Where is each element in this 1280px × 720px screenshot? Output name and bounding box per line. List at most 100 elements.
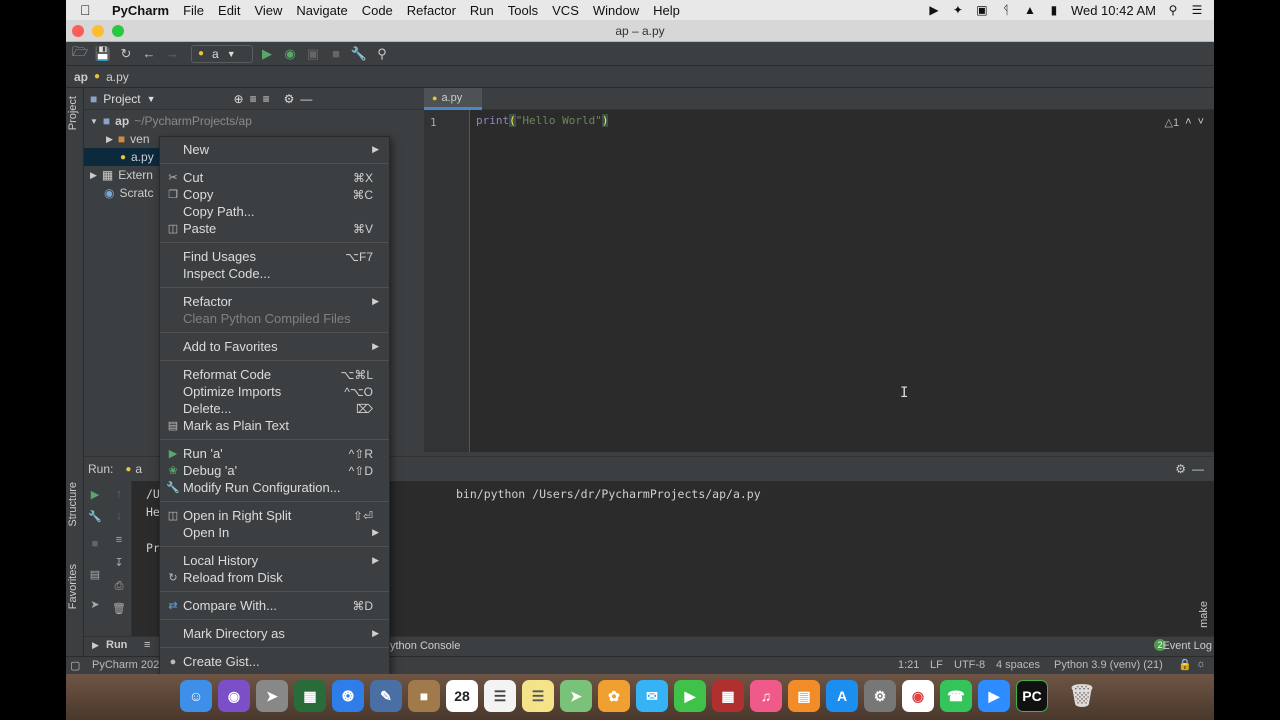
gear-icon[interactable]: ⚙	[1175, 462, 1186, 476]
print-icon[interactable]: ⎙	[112, 579, 126, 593]
menu-tools[interactable]: Tools	[508, 3, 538, 18]
project-panel-title[interactable]: Project	[103, 92, 140, 106]
inspection-widget[interactable]: △1 ˄ ˅	[1165, 116, 1204, 129]
clock[interactable]: Wed 10:42 AM	[1071, 3, 1156, 18]
code-line[interactable]: print("Hello World")	[476, 114, 609, 127]
menu-item-copy[interactable]: ❐ Copy ⌘C	[160, 186, 389, 203]
menu-view[interactable]: View	[254, 3, 282, 18]
calendar-icon[interactable]: 28	[446, 680, 478, 712]
music-icon[interactable]: ♫	[750, 680, 782, 712]
editor-tab-a-py[interactable]: ● a.py	[424, 88, 482, 110]
play-status-icon[interactable]: ▶	[927, 3, 941, 17]
stop-icon[interactable]: ■	[88, 537, 102, 551]
hide-panel-icon[interactable]: —	[300, 92, 312, 106]
tree-item-file-selected[interactable]: ● a.py	[84, 148, 164, 166]
messages-icon[interactable]: ✉	[636, 680, 668, 712]
layout-icon[interactable]: ▤	[88, 567, 102, 581]
menu-item-refactor[interactable]: Refactor ▶	[160, 293, 389, 310]
battery-icon[interactable]: ▮	[1047, 3, 1061, 17]
photo-booth-icon[interactable]: ▦	[712, 680, 744, 712]
maps-icon[interactable]: ➤	[560, 680, 592, 712]
photos-icon[interactable]: ✿	[598, 680, 630, 712]
menu-refactor[interactable]: Refactor	[407, 3, 456, 18]
structure-tool-tab[interactable]: Structure	[67, 482, 79, 527]
safari-icon[interactable]: ❂	[332, 680, 364, 712]
notes-icon[interactable]: ☰	[522, 680, 554, 712]
menu-item-debug[interactable]: ❀ Debug 'a' ^⇧D	[160, 462, 389, 479]
zoom-icon[interactable]: ▶	[978, 680, 1010, 712]
indent-setting[interactable]: 4 spaces	[996, 659, 1040, 671]
preview-icon[interactable]: ✎	[370, 680, 402, 712]
menu-item-new[interactable]: New ▶	[160, 141, 389, 158]
menu-item-reformat[interactable]: Reformat Code ⌥⌘L	[160, 366, 389, 383]
soft-wrap-icon[interactable]: ≡	[112, 533, 126, 547]
chevron-up-icon[interactable]: ˄	[1185, 116, 1191, 129]
menu-item-paste[interactable]: ◫ Paste ⌘V	[160, 220, 389, 237]
menu-item-compare-with[interactable]: ⇄ Compare With... ⌘D	[160, 597, 389, 614]
menu-edit[interactable]: Edit	[218, 3, 240, 18]
menu-item-find-usages[interactable]: Find Usages ⌥F7	[160, 248, 389, 265]
menu-item-mark-directory[interactable]: Mark Directory as ▶	[160, 625, 389, 642]
expand-all-icon[interactable]: ≡	[250, 92, 257, 106]
coverage-icon[interactable]: ▣	[304, 45, 322, 63]
locate-icon[interactable]: ⊕	[234, 92, 244, 106]
chevron-down-icon[interactable]: ▼	[147, 94, 156, 104]
menu-item-delete[interactable]: Delete... ⌦	[160, 400, 389, 417]
chrome-icon[interactable]: ◉	[902, 680, 934, 712]
notification-center-icon[interactable]: ☰	[1190, 3, 1204, 17]
run-config-tab[interactable]: a	[135, 462, 142, 476]
notes-folder-icon[interactable]: ■	[408, 680, 440, 712]
file-encoding[interactable]: UTF-8	[954, 659, 985, 671]
trash-icon[interactable]: 🗑	[112, 601, 126, 615]
forward-icon[interactable]: →	[163, 45, 181, 63]
down-icon[interactable]: ↓	[112, 509, 126, 523]
app-store-icon[interactable]: A	[826, 680, 858, 712]
menu-item-add-favorites[interactable]: Add to Favorites ▶	[160, 338, 389, 355]
menu-item-reload[interactable]: ↻ Reload from Disk	[160, 569, 389, 586]
launchpad-icon[interactable]: ➤	[256, 680, 288, 712]
menu-item-open-in[interactable]: Open In ▶	[160, 524, 389, 541]
facetime-icon[interactable]: ▶	[674, 680, 706, 712]
up-icon[interactable]: ↑	[112, 487, 126, 501]
screen-icon[interactable]: ▣	[975, 3, 989, 17]
menu-vcs[interactable]: VCS	[552, 3, 579, 18]
whatsapp-icon[interactable]: ☎	[940, 680, 972, 712]
favorites-tool-tab[interactable]: Favorites	[67, 564, 79, 609]
reminders-icon[interactable]: ☰	[484, 680, 516, 712]
menu-item-create-gist[interactable]: ● Create Gist...	[160, 653, 389, 670]
menu-item-copy-path[interactable]: Copy Path...	[160, 203, 389, 220]
menu-window[interactable]: Window	[593, 3, 639, 18]
lock-icon[interactable]: 🔒	[1178, 658, 1192, 671]
line-separator[interactable]: LF	[930, 659, 943, 671]
python-console-tab[interactable]: ython Console	[390, 640, 460, 652]
wifi-icon[interactable]: ▲	[1023, 3, 1037, 17]
back-icon[interactable]: ←	[140, 45, 158, 63]
books-icon[interactable]: ▤	[788, 680, 820, 712]
rerun-icon[interactable]: ▶	[88, 487, 102, 501]
menu-code[interactable]: Code	[362, 3, 393, 18]
menu-run[interactable]: Run	[470, 3, 494, 18]
nav-project[interactable]: ap	[74, 70, 88, 84]
wrench-icon[interactable]: 🔧	[88, 509, 102, 523]
run-tool-tab[interactable]: Run	[106, 639, 127, 651]
tree-item-root[interactable]: ▼ ■ ap ~/PycharmProjects/ap	[84, 112, 424, 130]
open-folder-icon[interactable]: 🗁	[71, 44, 89, 63]
menu-item-mark-plain-text[interactable]: ▤ Mark as Plain Text	[160, 417, 389, 434]
plugin-icon[interactable]: ✦	[951, 3, 965, 17]
stop-icon[interactable]: ■	[327, 45, 345, 63]
run-icon[interactable]: ▶	[258, 45, 276, 63]
menu-item-cut[interactable]: ✂ Cut ⌘X	[160, 169, 389, 186]
menu-help[interactable]: Help	[653, 3, 680, 18]
make-tool-tab[interactable]: make	[1198, 601, 1210, 628]
gear-icon[interactable]: ⚙	[284, 92, 295, 106]
chevron-down-icon[interactable]: ˅	[1198, 116, 1204, 129]
bluetooth-icon[interactable]: ᛩ	[999, 3, 1013, 17]
apple-icon[interactable]: 	[80, 2, 102, 18]
project-tool-tab[interactable]: Project	[67, 96, 79, 130]
pin-icon[interactable]: ➤	[88, 597, 102, 611]
menu-item-optimize-imports[interactable]: Optimize Imports ^⌥O	[160, 383, 389, 400]
finder-icon[interactable]: ☺	[180, 680, 212, 712]
mission-control-icon[interactable]: ▦	[294, 680, 326, 712]
trash-icon[interactable]: 🗑	[1066, 680, 1098, 712]
run-config-selector[interactable]: ● a ▼	[191, 44, 253, 63]
